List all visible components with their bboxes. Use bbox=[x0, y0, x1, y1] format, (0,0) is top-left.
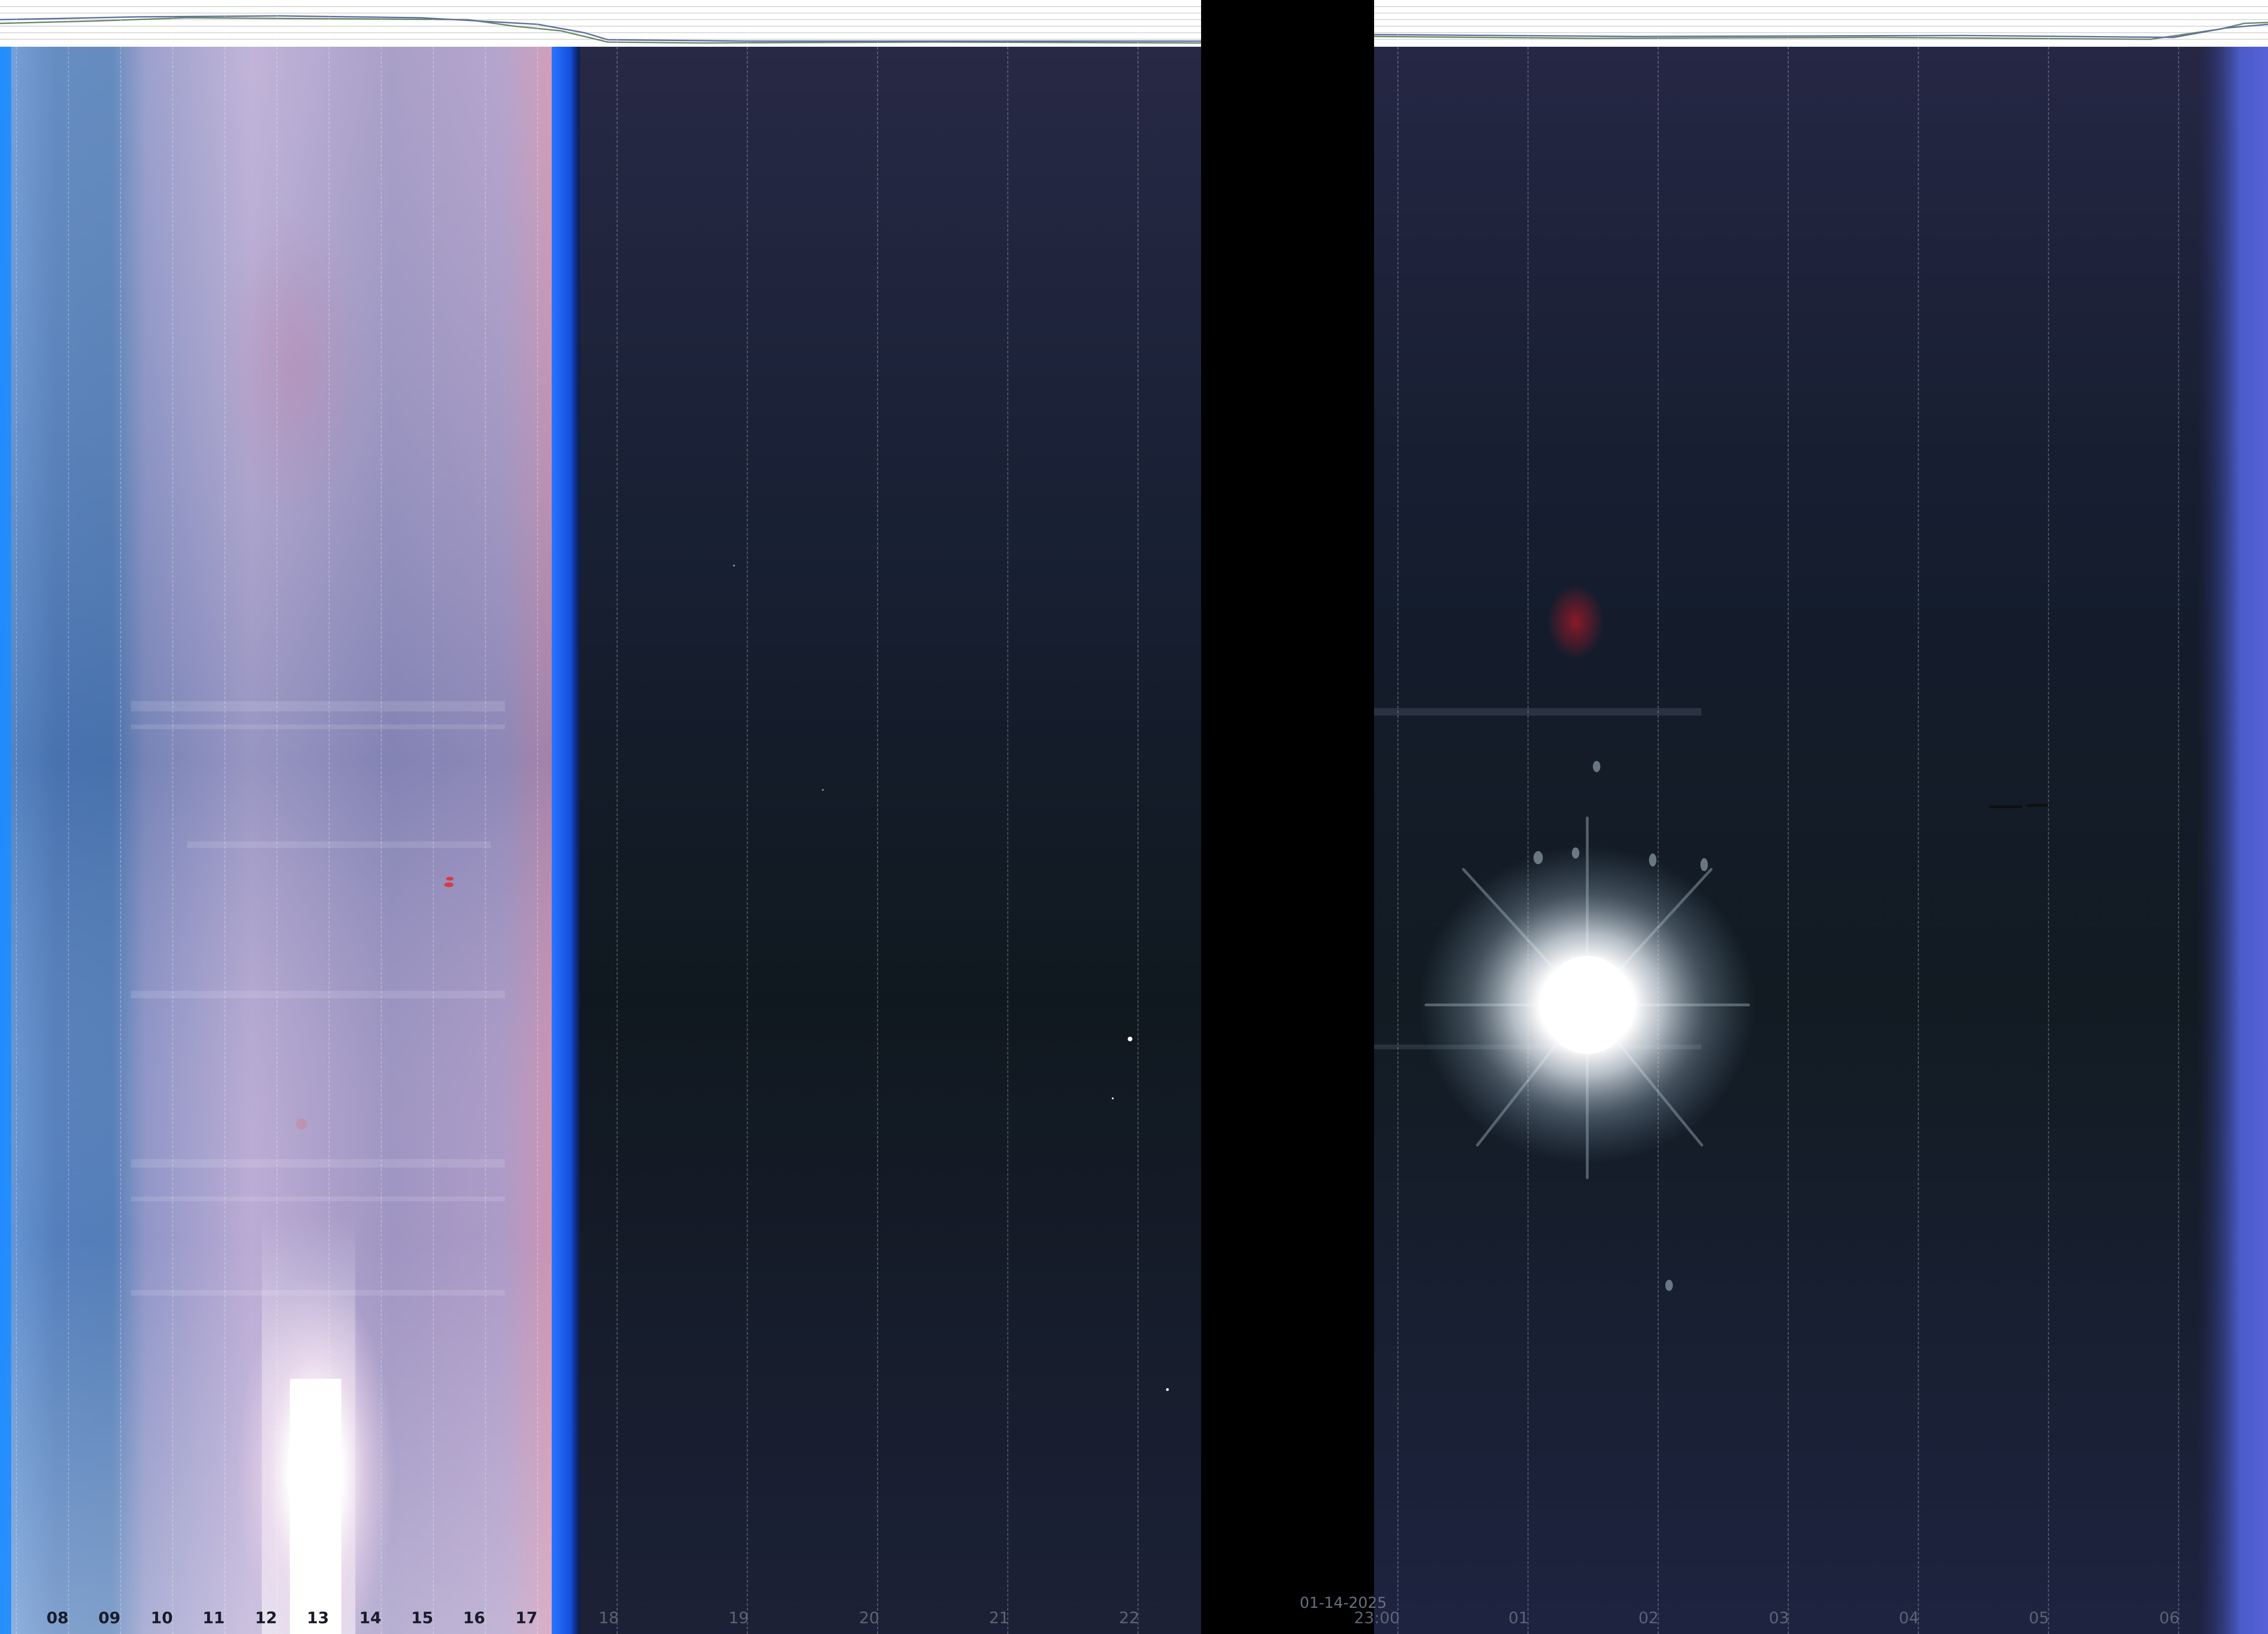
hour-label: 05 bbox=[2029, 1609, 2049, 1627]
hour-label: 08 bbox=[46, 1609, 69, 1627]
hour-label: 18 bbox=[598, 1609, 619, 1627]
hour-label: 16 bbox=[463, 1609, 485, 1627]
daytime-panel bbox=[0, 47, 559, 1634]
keogram-image bbox=[0, 0, 2268, 1634]
hour-label: 04 bbox=[1899, 1609, 1919, 1627]
data-gap bbox=[1201, 0, 1374, 1634]
evening-night-panel bbox=[580, 47, 1201, 1634]
hour-label: 11 bbox=[202, 1609, 225, 1627]
hour-label: 21 bbox=[989, 1609, 1009, 1627]
hour-label: 19 bbox=[728, 1609, 749, 1627]
hour-label: 14 bbox=[359, 1609, 382, 1627]
hour-label: 12 bbox=[255, 1609, 277, 1627]
hour-label: 17 bbox=[515, 1609, 538, 1627]
hour-label: 06 bbox=[2159, 1609, 2180, 1627]
hour-label: 23:00 bbox=[1354, 1609, 1400, 1627]
hour-label: 02 bbox=[1638, 1609, 1659, 1627]
hour-label: 01 bbox=[1508, 1609, 1529, 1627]
hour-label: 10 bbox=[151, 1609, 173, 1627]
late-night-panel bbox=[1374, 47, 2268, 1634]
hour-label: 13 bbox=[307, 1609, 329, 1627]
hour-label: 20 bbox=[859, 1609, 879, 1627]
hour-label: 03 bbox=[1769, 1609, 1789, 1627]
hour-label: 09 bbox=[98, 1609, 121, 1627]
top-strip bbox=[0, 0, 2268, 47]
hour-label: 22 bbox=[1119, 1609, 1139, 1627]
hour-label: 15 bbox=[411, 1609, 433, 1627]
